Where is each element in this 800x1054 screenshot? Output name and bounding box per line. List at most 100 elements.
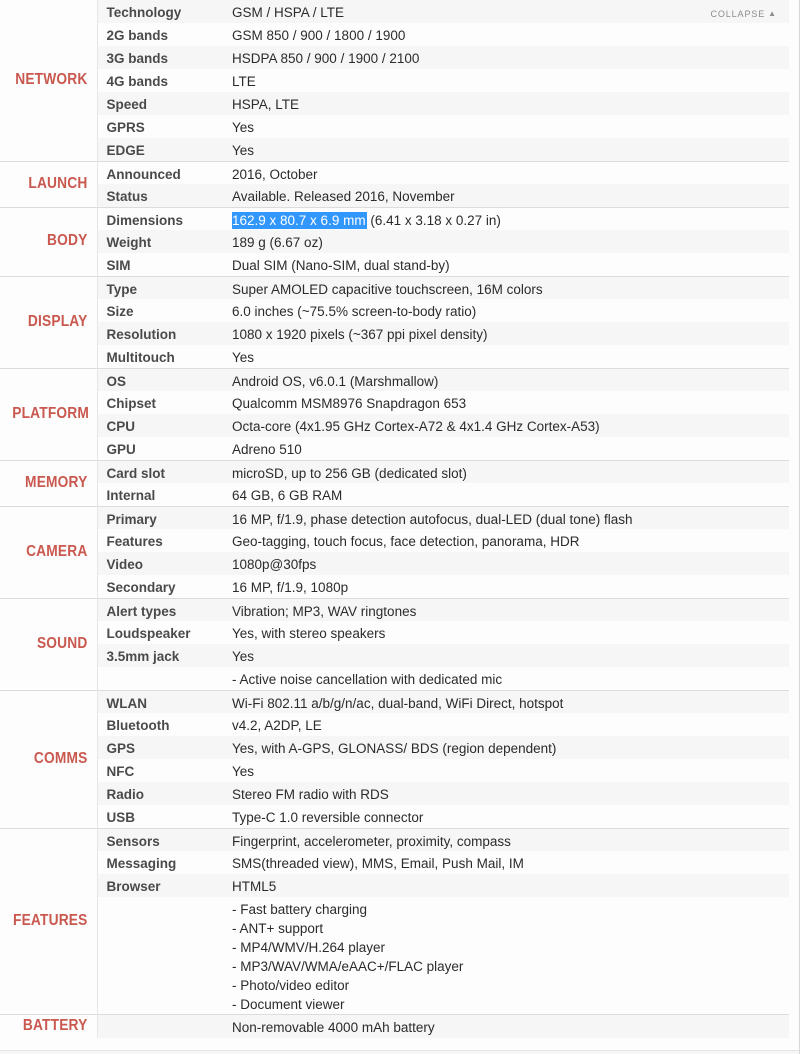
table-row: 2G bands GSM 850 / 900 / 1800 / 1900	[0, 23, 789, 46]
spec-label: Weight	[97, 230, 219, 253]
table-row: NFC Yes	[0, 759, 789, 782]
spec-value: Dual SIM (Nano-SIM, dual stand-by)	[219, 253, 789, 276]
spec-value: GSM 850 / 900 / 1800 / 1900	[219, 23, 789, 46]
spec-label: Type	[97, 275, 219, 299]
spec-value: GSM / HSPA / LTE	[219, 0, 789, 23]
spec-value: Non-removable 4000 mAh battery	[219, 1014, 789, 1038]
table-row: SOUND Alert types Vibration; MP3, WAV ring…	[0, 597, 789, 690]
table-row: Features Geo-tagging, touch focus, face d…	[0, 529, 789, 552]
table-row: Video 1080p@30fps	[0, 552, 789, 575]
table-row: - Active noise cancellation with dedicat…	[0, 667, 789, 690]
spec-value: Super AMOLED capacitive touchscreen, 16M…	[219, 275, 789, 299]
spec-value: - Active noise cancellation with dedicat…	[219, 667, 789, 690]
table-row: Size 6.0 inches (~75.5% screen-to-body ra…	[0, 299, 789, 322]
section-header-cell: BODY	[0, 206, 98, 276]
spec-value: HSDPA 850 / 900 / 1900 / 2100	[219, 46, 789, 69]
spec-value: SMS(threaded view), MMS, Email, Push Mai…	[219, 851, 789, 874]
section-title: COMMS	[33, 749, 88, 767]
spec-label	[97, 897, 219, 1015]
spec-value: HSPA, LTE	[219, 92, 789, 115]
table-row: Loudspeaker Yes, with stereo speakers	[0, 621, 789, 644]
spec-value: v4.2, A2DP, LE	[219, 713, 789, 736]
table-row: GPU Adreno 510	[0, 437, 789, 460]
table-row: USB Type-C 1.0 reversible connector	[0, 805, 789, 828]
spec-value: Yes, with stereo speakers	[219, 621, 789, 644]
specifications-table: NETWORK Technology GSM / HSPA / LTE 2G band…	[0, 0, 789, 1038]
table-row: LAUNCH Announced 2016, October	[0, 160, 789, 207]
table-row: Secondary 16 MP, f/1.9, 1080p	[0, 575, 789, 598]
spec-value: microSD, up to 256 GB (dedicated slot)	[219, 459, 789, 483]
spec-label: Size	[97, 299, 219, 322]
section-title: NETWORK	[15, 70, 88, 88]
spec-value: Qualcomm MSM8976 Snapdragon 653	[219, 391, 789, 414]
table-row: Multitouch Yes	[0, 345, 789, 368]
selected-text[interactable]: 162.9 x 80.7 x 6.9 mm	[232, 211, 367, 229]
table-row: PLATFORM OS Android OS, v6.0.1 (Marshmallo…	[0, 367, 789, 460]
section-title: MEMORY	[25, 473, 88, 491]
spec-label: CPU	[97, 414, 219, 437]
collapse-toggle[interactable]: COLLAPSE ▲	[710, 9, 777, 19]
collapse-label: COLLAPSE	[710, 9, 766, 19]
spec-label: Card slot	[97, 459, 219, 483]
section-title: LAUNCH	[28, 174, 88, 192]
spec-value: LTE	[219, 69, 789, 92]
table-row: Bluetooth v4.2, A2DP, LE	[0, 713, 789, 736]
spec-label: Radio	[97, 782, 219, 805]
section-header-cell: COMMS	[0, 689, 98, 828]
spec-label: GPRS	[97, 115, 219, 138]
table-row: FEATURES Sensors Fingerprint, acceleromete…	[0, 827, 789, 1015]
section-header-cell: PLATFORM	[0, 367, 98, 460]
spec-value: - Fast battery charging - ANT+ support -…	[219, 897, 789, 1015]
phone-spec-sheet: COLLAPSE ▲ NETWORK Technology GSM / HSPA / …	[0, 0, 800, 1054]
table-row: Resolution 1080 x 1920 pixels (~367 ppi p…	[0, 322, 789, 345]
table-row: BODY Dimensions 162.9 x 80.7 x 6.9 mm (6.4…	[0, 206, 789, 276]
spec-label: Loudspeaker	[97, 621, 219, 644]
spec-value: Yes	[219, 759, 789, 782]
section-header-cell: NETWORK	[0, 0, 98, 161]
section-header-cell: SOUND	[0, 597, 98, 690]
spec-label: Video	[97, 552, 219, 575]
spec-label: Chipset	[97, 391, 219, 414]
spec-label: Internal	[97, 483, 219, 506]
spec-value: Vibration; MP3, WAV ringtones	[219, 597, 789, 621]
spec-label: 3G bands	[97, 46, 219, 69]
spec-value: Octa-core (4x1.95 GHz Cortex-A72 & 4x1.4…	[219, 414, 789, 437]
spec-label: Status	[97, 184, 219, 207]
spec-value: 1080p@30fps	[219, 552, 789, 575]
spec-label: Features	[97, 529, 219, 552]
spec-label	[97, 667, 219, 690]
spec-value: 189 g (6.67 oz)	[219, 230, 789, 253]
spec-value: Yes, with A-GPS, GLONASS/ BDS (region de…	[219, 736, 789, 759]
section-title: DISPLAY	[27, 312, 88, 330]
spec-label: Messaging	[97, 851, 219, 874]
spec-label: Multitouch	[97, 345, 219, 368]
table-row: GPRS Yes	[0, 115, 789, 138]
section-title: CAMERA	[26, 542, 88, 560]
section-header-cell: DISPLAY	[0, 275, 98, 368]
table-row: 3.5mm jack Yes	[0, 644, 789, 667]
table-row: CPU Octa-core (4x1.95 GHz Cortex-A72 & 4x…	[0, 414, 789, 437]
spec-label: Alert types	[97, 597, 219, 621]
section-header-cell: FEATURES	[0, 827, 98, 1015]
table-row: Status Available. Released 2016, November	[0, 184, 789, 207]
spec-label: WLAN	[97, 689, 219, 713]
chevron-up-icon: ▲	[768, 9, 777, 18]
spec-label	[97, 1014, 219, 1038]
spec-label: Technology	[97, 0, 219, 23]
spec-label: Secondary	[97, 575, 219, 598]
table-row: - Fast battery charging - ANT+ support -…	[0, 897, 789, 1015]
spec-label: Bluetooth	[97, 713, 219, 736]
table-row: DISPLAY Type Super AMOLED capacitive touch…	[0, 275, 789, 368]
section-title: SOUND	[36, 634, 88, 652]
table-row: MEMORY Card slot microSD, up to 256 GB (de…	[0, 459, 789, 506]
spec-label: GPU	[97, 437, 219, 460]
spec-label: Browser	[97, 874, 219, 897]
table-row: CAMERA Primary 16 MP, f/1.9, phase detecti…	[0, 505, 789, 598]
section-title: BATTERY	[22, 1016, 88, 1034]
spec-label: GPS	[97, 736, 219, 759]
spec-value: Wi-Fi 802.11 a/b/g/n/ac, dual-band, WiFi…	[219, 689, 789, 713]
spec-value: 2016, October	[219, 160, 789, 184]
table-row: Speed HSPA, LTE	[0, 92, 789, 115]
spec-value: Available. Released 2016, November	[219, 184, 789, 207]
spec-label: 3.5mm jack	[97, 644, 219, 667]
